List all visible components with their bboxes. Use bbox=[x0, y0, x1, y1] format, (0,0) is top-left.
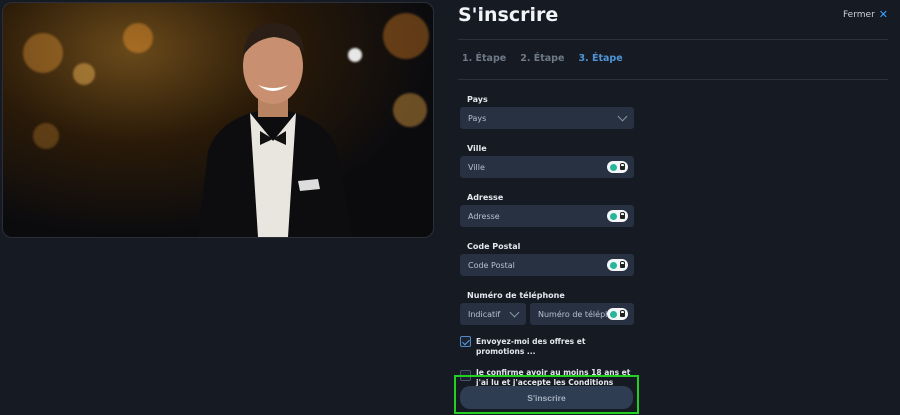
hero-image bbox=[2, 2, 434, 238]
registration-form: Pays Pays Ville Ville Adresse Adresse Co… bbox=[460, 95, 634, 397]
chevron-down-icon bbox=[509, 307, 520, 318]
address-label: Adresse bbox=[467, 193, 504, 202]
step-indicator: 1. Étape 2. Étape 3. Étape bbox=[462, 53, 623, 64]
autofill-key-icon[interactable] bbox=[607, 308, 628, 320]
postal-code-label: Code Postal bbox=[467, 242, 521, 251]
phone-label: Numéro de téléphone bbox=[467, 291, 565, 300]
postal-code-placeholder: Code Postal bbox=[468, 260, 515, 270]
country-label: Pays bbox=[467, 95, 488, 104]
divider bbox=[458, 79, 888, 80]
city-label: Ville bbox=[467, 144, 487, 153]
chevron-down-icon bbox=[617, 111, 628, 122]
city-input[interactable]: Ville bbox=[460, 156, 634, 178]
offers-checkbox[interactable] bbox=[460, 336, 471, 347]
close-icon: ✕ bbox=[878, 8, 888, 21]
page-title: S'inscrire bbox=[458, 4, 559, 26]
man-in-tuxedo-illustration bbox=[198, 23, 353, 237]
autofill-key-icon[interactable] bbox=[607, 259, 628, 271]
step-1[interactable]: 1. Étape bbox=[462, 53, 506, 64]
city-placeholder: Ville bbox=[468, 162, 485, 172]
address-placeholder: Adresse bbox=[468, 211, 500, 221]
country-select-value: Pays bbox=[468, 113, 487, 123]
step-2[interactable]: 2. Étape bbox=[520, 53, 564, 64]
country-select[interactable]: Pays bbox=[460, 107, 634, 129]
close-label: Fermer bbox=[843, 9, 875, 20]
phone-prefix-select[interactable]: Indicatif bbox=[460, 303, 526, 325]
submit-button[interactable]: S'inscrire bbox=[460, 386, 633, 409]
autofill-key-icon[interactable] bbox=[607, 161, 628, 173]
phone-number-input[interactable]: Numéro de téléph bbox=[530, 303, 634, 325]
close-button[interactable]: Fermer ✕ bbox=[843, 8, 888, 21]
phone-prefix-value: Indicatif bbox=[468, 309, 501, 319]
autofill-key-icon[interactable] bbox=[607, 210, 628, 222]
address-input[interactable]: Adresse bbox=[460, 205, 634, 227]
step-3[interactable]: 3. Étape bbox=[578, 53, 622, 64]
offers-label: Envoyez-moi des offres et promotions ... bbox=[476, 337, 586, 356]
phone-number-placeholder: Numéro de téléph bbox=[538, 309, 611, 319]
postal-code-input[interactable]: Code Postal bbox=[460, 254, 634, 276]
offers-option: Envoyez-moi des offres et promotions ... bbox=[460, 336, 634, 356]
divider bbox=[458, 39, 888, 40]
